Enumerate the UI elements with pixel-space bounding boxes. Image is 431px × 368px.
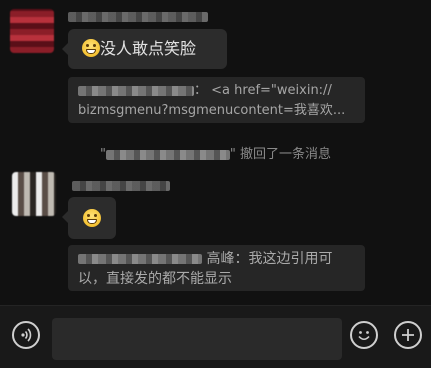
message-text: 没人敢点笑脸 bbox=[100, 39, 197, 58]
recalled-sender-name bbox=[105, 149, 230, 160]
voice-button[interactable] bbox=[12, 321, 40, 349]
quoted-message[interactable]: 高峰：我这边引用可 以，直接发的都不能显示 bbox=[68, 245, 365, 291]
quote-text-line1: 高峰：我这边引用可 bbox=[206, 251, 333, 267]
sender-name bbox=[68, 12, 208, 22]
grin-emoji-icon bbox=[83, 209, 101, 227]
quote-text-line2: 以，直接发的都不能显示 bbox=[78, 271, 232, 287]
quote-separator: ： bbox=[194, 83, 208, 98]
plus-icon bbox=[402, 329, 414, 341]
quoted-message[interactable]: ： <a href="weixin:// bizmsgmenu?msgmenuc… bbox=[68, 77, 365, 123]
quoted-sender-name bbox=[78, 85, 194, 96]
message-bubble[interactable] bbox=[62, 197, 116, 239]
quote-text-line2: bizmsgmenu?msgmenucontent=我喜欢... bbox=[78, 103, 346, 118]
input-bar bbox=[0, 305, 431, 368]
recall-notice: " " 撤回了一条消息 bbox=[0, 143, 431, 162]
more-button[interactable] bbox=[394, 321, 422, 349]
message-bubble[interactable]: 没人敢点笑脸 bbox=[62, 29, 227, 69]
avatar[interactable] bbox=[12, 172, 56, 216]
grin-emoji-icon bbox=[82, 39, 100, 57]
recall-close-quote: " bbox=[229, 147, 236, 162]
quoted-sender-name bbox=[78, 254, 202, 264]
smiley-icon bbox=[358, 331, 370, 341]
avatar[interactable] bbox=[10, 9, 54, 53]
recall-text: 撤回了一条消息 bbox=[240, 147, 332, 162]
voice-icon bbox=[21, 328, 32, 342]
sender-name bbox=[72, 181, 170, 191]
quote-text-line1: <a href="weixin:// bbox=[211, 83, 332, 98]
message-input[interactable] bbox=[52, 318, 342, 360]
emoji-button[interactable] bbox=[350, 321, 378, 349]
